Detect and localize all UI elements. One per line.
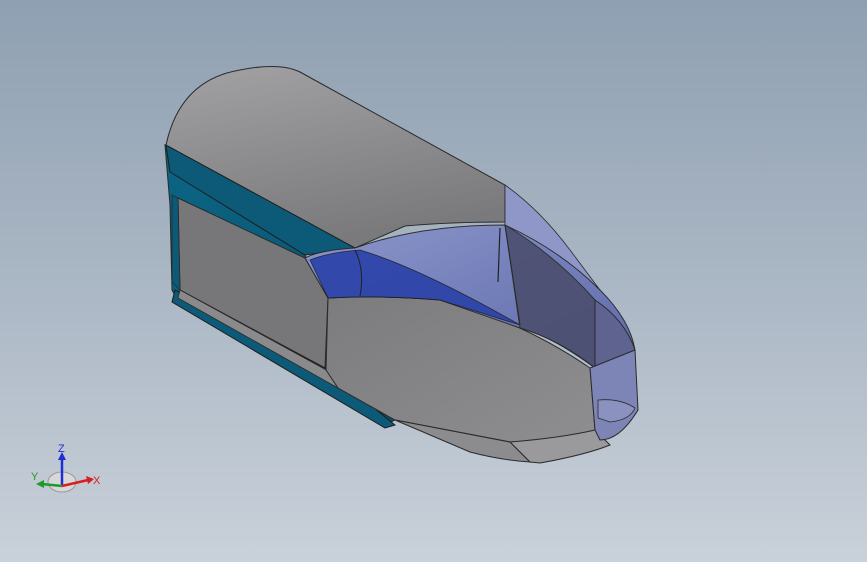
y-axis-label: Y <box>31 471 39 483</box>
cad-graphics-viewport[interactable]: Z X Y <box>0 0 867 562</box>
orientation-triad[interactable]: Z X Y <box>28 444 108 508</box>
x-axis-label: X <box>93 475 101 487</box>
3d-model-nose-cone[interactable] <box>0 0 867 562</box>
z-axis-label: Z <box>58 444 65 455</box>
